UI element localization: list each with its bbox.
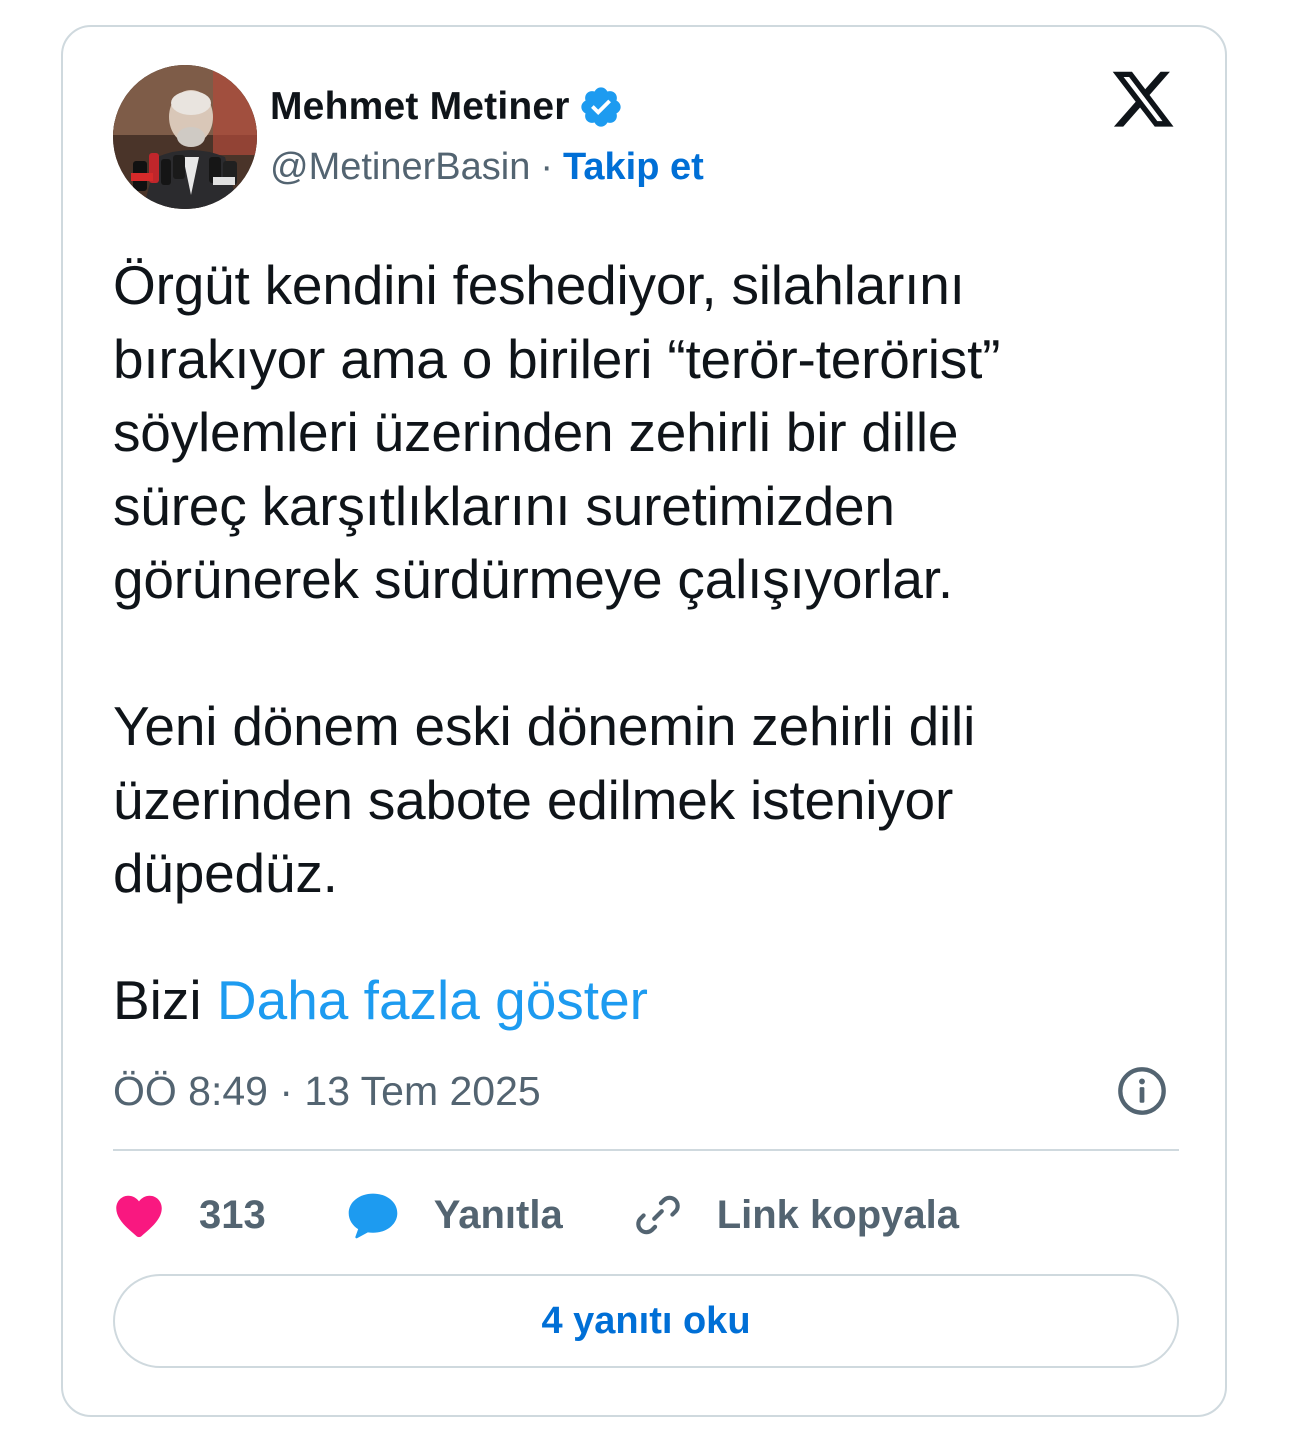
like-count: 313 <box>199 1192 266 1237</box>
reply-button[interactable]: Yanıtla <box>346 1190 563 1240</box>
copy-link-label: Link kopyala <box>716 1192 960 1237</box>
speech-bubble-icon <box>348 1193 398 1239</box>
verified-badge-icon <box>578 84 624 130</box>
author-avatar[interactable] <box>113 65 257 209</box>
action-bar: 313 Yanıtla Link kopyala <box>113 1185 959 1245</box>
author-display-name[interactable]: Mehmet Metiner <box>270 85 570 129</box>
author-name-row: Mehmet Metiner <box>270 82 624 132</box>
copy-link-button[interactable]: Link kopyala <box>633 1190 959 1240</box>
tweet-timestamp[interactable]: ÖÖ 8:49 · 13 Tem 2025 <box>113 1064 541 1118</box>
link-icon <box>635 1195 680 1235</box>
follow-button[interactable]: Takip et <box>563 146 704 189</box>
reply-label: Yanıtla <box>433 1192 563 1237</box>
truncated-text-row: Bizi Daha fazla göster <box>113 964 648 1037</box>
like-button[interactable]: 313 <box>113 1191 266 1239</box>
author-handle-row: @MetinerBasin · Takip et <box>270 143 704 191</box>
heart-icon <box>116 1195 162 1238</box>
tweet-text: Örgüt kendini feshediyor, silahlarını bı… <box>113 254 1001 904</box>
tweet-embed-card: Mehmet Metiner @MetinerBasin · Takip et … <box>61 25 1227 1417</box>
divider <box>113 1149 1179 1151</box>
avatar-photo-icon <box>113 65 257 209</box>
show-more-link[interactable]: Daha fazla göster <box>217 969 648 1031</box>
author-handle[interactable]: @MetinerBasin <box>270 146 530 189</box>
handle-separator: · <box>540 145 553 188</box>
info-icon[interactable] <box>1116 1065 1168 1117</box>
x-logo-icon[interactable] <box>1109 71 1177 133</box>
truncated-text-prefix: Bizi <box>113 969 202 1031</box>
read-replies-button[interactable]: 4 yanıtı oku <box>113 1274 1179 1368</box>
